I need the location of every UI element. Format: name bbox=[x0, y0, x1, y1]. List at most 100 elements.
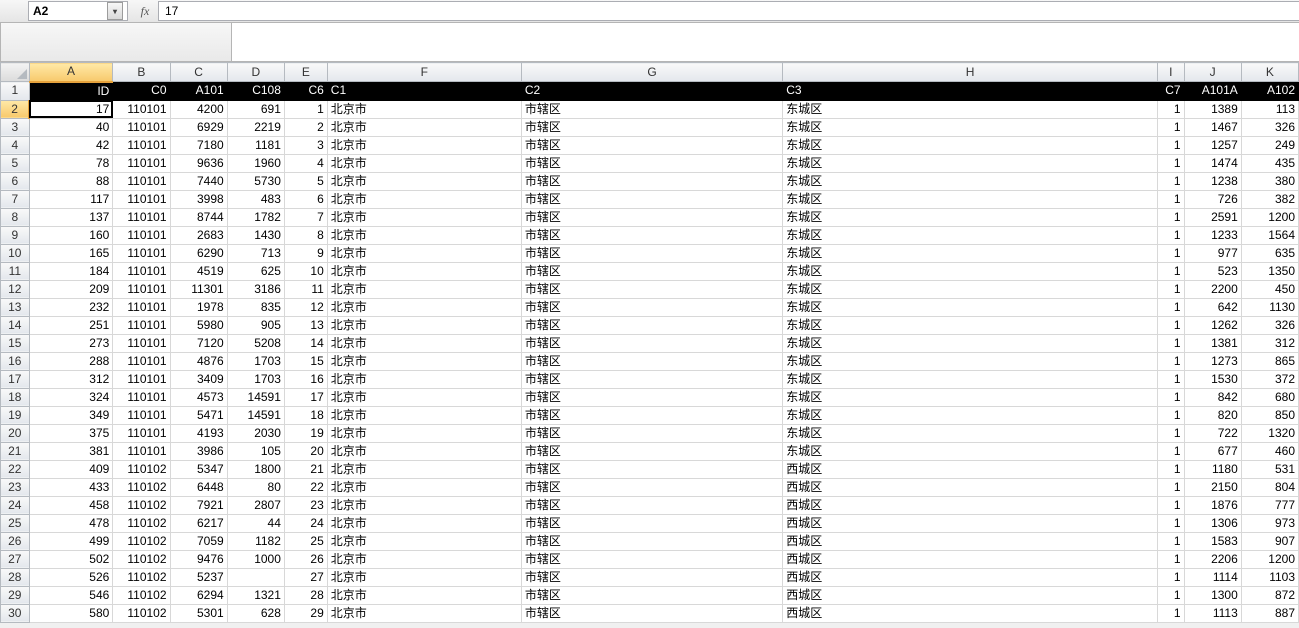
cell[interactable]: 110101 bbox=[113, 406, 170, 424]
cell[interactable]: 市辖区 bbox=[521, 370, 782, 388]
cell[interactable]: 市辖区 bbox=[521, 532, 782, 550]
cell[interactable]: 1 bbox=[1158, 514, 1185, 532]
cell[interactable]: 5 bbox=[284, 172, 327, 190]
cell[interactable]: 东城区 bbox=[783, 154, 1158, 172]
cell[interactable]: 2200 bbox=[1184, 280, 1241, 298]
row-header[interactable]: 3 bbox=[1, 118, 30, 136]
cell[interactable]: 市辖区 bbox=[521, 388, 782, 406]
cell[interactable]: 1960 bbox=[227, 154, 284, 172]
cell[interactable]: 110101 bbox=[113, 100, 170, 118]
cell[interactable]: 777 bbox=[1241, 496, 1298, 514]
cell[interactable]: 722 bbox=[1184, 424, 1241, 442]
cell[interactable]: 北京市 bbox=[327, 190, 521, 208]
cell[interactable]: 110101 bbox=[113, 226, 170, 244]
cell[interactable]: 5347 bbox=[170, 460, 227, 478]
cell[interactable]: 1 bbox=[1158, 100, 1185, 118]
cell[interactable]: 110102 bbox=[113, 586, 170, 604]
cell[interactable]: 23 bbox=[284, 496, 327, 514]
select-all-corner[interactable] bbox=[1, 63, 30, 82]
cell[interactable]: 西城区 bbox=[783, 532, 1158, 550]
cell[interactable]: 北京市 bbox=[327, 334, 521, 352]
row-header[interactable]: 21 bbox=[1, 442, 30, 460]
cell[interactable]: 288 bbox=[29, 352, 113, 370]
cell[interactable]: 6448 bbox=[170, 478, 227, 496]
cell[interactable]: 市辖区 bbox=[521, 352, 782, 370]
cell[interactable]: 110101 bbox=[113, 208, 170, 226]
cell[interactable]: 7 bbox=[284, 208, 327, 226]
cell[interactable]: 1782 bbox=[227, 208, 284, 226]
cell[interactable]: 东城区 bbox=[783, 424, 1158, 442]
cell[interactable]: 1306 bbox=[1184, 514, 1241, 532]
cell[interactable]: 14591 bbox=[227, 406, 284, 424]
cell[interactable]: 4876 bbox=[170, 352, 227, 370]
cell[interactable]: 北京市 bbox=[327, 244, 521, 262]
cell[interactable]: 2 bbox=[284, 118, 327, 136]
cell[interactable]: 251 bbox=[29, 316, 113, 334]
row-header[interactable]: 11 bbox=[1, 262, 30, 280]
cell[interactable]: 1262 bbox=[1184, 316, 1241, 334]
cell[interactable]: 1 bbox=[1158, 406, 1185, 424]
cell[interactable]: 1181 bbox=[227, 136, 284, 154]
cell[interactable]: 88 bbox=[29, 172, 113, 190]
cell[interactable]: 1 bbox=[1158, 118, 1185, 136]
spreadsheet-grid[interactable]: ABCDEFGHIJK1IDC0A101C108C6C1C2C3C7A101AA… bbox=[0, 62, 1299, 623]
cell[interactable]: 14591 bbox=[227, 388, 284, 406]
cell[interactable]: 249 bbox=[1241, 136, 1298, 154]
cell[interactable]: 4519 bbox=[170, 262, 227, 280]
cell[interactable]: 865 bbox=[1241, 352, 1298, 370]
cell[interactable]: 1703 bbox=[227, 352, 284, 370]
cell[interactable]: 西城区 bbox=[783, 586, 1158, 604]
cell[interactable]: 市辖区 bbox=[521, 190, 782, 208]
cell[interactable]: 1 bbox=[284, 100, 327, 118]
cell[interactable]: 4193 bbox=[170, 424, 227, 442]
cell[interactable]: 1 bbox=[1158, 154, 1185, 172]
cell[interactable]: 1200 bbox=[1241, 208, 1298, 226]
cell[interactable]: 6290 bbox=[170, 244, 227, 262]
cell[interactable]: 17 bbox=[29, 100, 113, 118]
cell[interactable]: 209 bbox=[29, 280, 113, 298]
cell[interactable]: 5301 bbox=[170, 604, 227, 622]
column-header[interactable]: F bbox=[327, 63, 521, 82]
cell[interactable]: 6929 bbox=[170, 118, 227, 136]
cell[interactable]: 市辖区 bbox=[521, 172, 782, 190]
column-header[interactable]: G bbox=[521, 63, 782, 82]
cell[interactable]: 435 bbox=[1241, 154, 1298, 172]
cell[interactable]: 市辖区 bbox=[521, 298, 782, 316]
cell[interactable]: 市辖区 bbox=[521, 226, 782, 244]
column-header[interactable]: H bbox=[783, 63, 1158, 82]
cell[interactable]: 1430 bbox=[227, 226, 284, 244]
cell[interactable]: 北京市 bbox=[327, 478, 521, 496]
cell[interactable]: 东城区 bbox=[783, 352, 1158, 370]
cell[interactable]: 9 bbox=[284, 244, 327, 262]
cell[interactable]: 1350 bbox=[1241, 262, 1298, 280]
cell[interactable]: 25 bbox=[284, 532, 327, 550]
cell[interactable]: 105 bbox=[227, 442, 284, 460]
cell[interactable]: 19 bbox=[284, 424, 327, 442]
cell[interactable]: 977 bbox=[1184, 244, 1241, 262]
cell[interactable]: 713 bbox=[227, 244, 284, 262]
cell[interactable]: 东城区 bbox=[783, 208, 1158, 226]
cell[interactable]: 1300 bbox=[1184, 586, 1241, 604]
cell[interactable]: 1530 bbox=[1184, 370, 1241, 388]
cell[interactable]: 东城区 bbox=[783, 172, 1158, 190]
cell[interactable]: 7059 bbox=[170, 532, 227, 550]
cell[interactable]: 973 bbox=[1241, 514, 1298, 532]
cell[interactable]: 110101 bbox=[113, 190, 170, 208]
cell[interactable]: 2030 bbox=[227, 424, 284, 442]
cell[interactable]: 北京市 bbox=[327, 154, 521, 172]
cell[interactable]: 691 bbox=[227, 100, 284, 118]
cell[interactable]: 232 bbox=[29, 298, 113, 316]
cell[interactable]: 110101 bbox=[113, 442, 170, 460]
cell[interactable]: 905 bbox=[227, 316, 284, 334]
cell[interactable]: 110101 bbox=[113, 154, 170, 172]
cell[interactable]: 22 bbox=[284, 478, 327, 496]
cell[interactable]: 3186 bbox=[227, 280, 284, 298]
cell[interactable]: 2150 bbox=[1184, 478, 1241, 496]
cell[interactable]: 市辖区 bbox=[521, 604, 782, 622]
field-header-cell[interactable]: C6 bbox=[284, 82, 327, 101]
row-header[interactable]: 16 bbox=[1, 352, 30, 370]
cell[interactable]: 44 bbox=[227, 514, 284, 532]
cell[interactable]: 东城区 bbox=[783, 244, 1158, 262]
cell[interactable]: 2807 bbox=[227, 496, 284, 514]
row-header[interactable]: 8 bbox=[1, 208, 30, 226]
